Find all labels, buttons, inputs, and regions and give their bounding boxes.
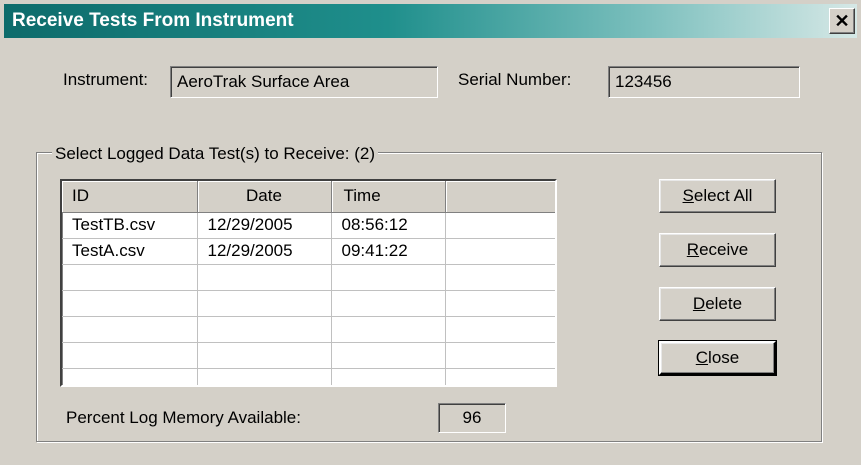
table-row[interactable]: TestTB.csv 12/29/2005 08:56:12	[62, 212, 555, 239]
table-row	[62, 368, 555, 385]
cell-date	[197, 316, 332, 343]
column-header-time[interactable]: Time	[331, 181, 446, 213]
cell-time: 08:56:12	[331, 212, 446, 239]
close-icon: ✕	[834, 11, 850, 31]
receive-tests-dialog: Receive Tests From Instrument ✕ Instrume…	[0, 0, 861, 465]
cell-blank	[445, 316, 555, 343]
cell-time	[331, 264, 446, 291]
cell-id	[62, 316, 198, 343]
cell-id	[62, 264, 198, 291]
cell-blank	[445, 342, 555, 369]
select-all-mnemonic: S	[682, 186, 694, 205]
table-header-row: ID Date Time	[62, 181, 555, 213]
receive-button[interactable]: Receive	[659, 233, 776, 267]
close-mnemonic: C	[695, 348, 709, 367]
close-window-button[interactable]: ✕	[829, 8, 855, 34]
cell-date	[197, 290, 332, 317]
close-button[interactable]: Close	[658, 340, 777, 376]
cell-blank	[445, 264, 555, 291]
delete-mnemonic: D	[692, 294, 706, 313]
table-row	[62, 316, 555, 343]
cell-date	[197, 342, 332, 369]
cell-date	[197, 368, 332, 385]
cell-id: TestA.csv	[62, 238, 198, 265]
table-row	[62, 342, 555, 369]
tests-table: ID Date Time TestTB.csv 12/29/2005 08:56…	[62, 181, 555, 385]
memory-value: 96	[462, 408, 482, 427]
cell-time	[331, 342, 446, 369]
receive-mnemonic: R	[686, 240, 700, 259]
instrument-label: Instrument:	[63, 70, 149, 89]
window-title: Receive Tests From Instrument	[12, 10, 294, 31]
delete-label: elete	[705, 294, 743, 313]
serial-number-label: Serial Number:	[458, 70, 572, 89]
serial-number-value: 123456	[615, 72, 672, 91]
cell-blank	[445, 290, 555, 317]
cell-id	[62, 368, 198, 385]
instrument-field: AeroTrak Surface Area	[170, 66, 438, 98]
title-bar[interactable]: Receive Tests From Instrument ✕	[4, 4, 857, 38]
memory-field: 96	[438, 403, 506, 433]
select-all-button[interactable]: Select All	[659, 179, 776, 213]
serial-number-field: 123456	[608, 66, 800, 98]
cell-time: 09:41:22	[331, 238, 446, 265]
cell-time	[331, 368, 446, 385]
receive-label: eceive	[699, 240, 749, 259]
memory-label: Percent Log Memory Available:	[66, 408, 301, 427]
cell-date: 12/29/2005	[197, 238, 332, 265]
cell-id	[62, 342, 198, 369]
table-row	[62, 264, 555, 291]
cell-date: 12/29/2005	[197, 212, 332, 239]
close-label: lose	[708, 348, 740, 367]
cell-date	[197, 264, 332, 291]
cell-blank	[445, 238, 555, 265]
table-row	[62, 290, 555, 317]
column-header-id[interactable]: ID	[62, 181, 198, 213]
cell-id: TestTB.csv	[62, 212, 198, 239]
select-all-label: elect All	[693, 186, 753, 205]
tests-list[interactable]: ID Date Time TestTB.csv 12/29/2005 08:56…	[60, 179, 557, 387]
instrument-value: AeroTrak Surface Area	[177, 72, 350, 91]
column-header-date[interactable]: Date	[197, 181, 332, 213]
groupbox-title: Select Logged Data Test(s) to Receive: (…	[52, 144, 379, 164]
column-header-blank[interactable]	[445, 181, 555, 213]
cell-time	[331, 290, 446, 317]
table-row[interactable]: TestA.csv 12/29/2005 09:41:22	[62, 238, 555, 265]
cell-time	[331, 316, 446, 343]
delete-button[interactable]: Delete	[659, 287, 776, 321]
cell-id	[62, 290, 198, 317]
cell-blank	[445, 212, 555, 239]
cell-blank	[445, 368, 555, 385]
